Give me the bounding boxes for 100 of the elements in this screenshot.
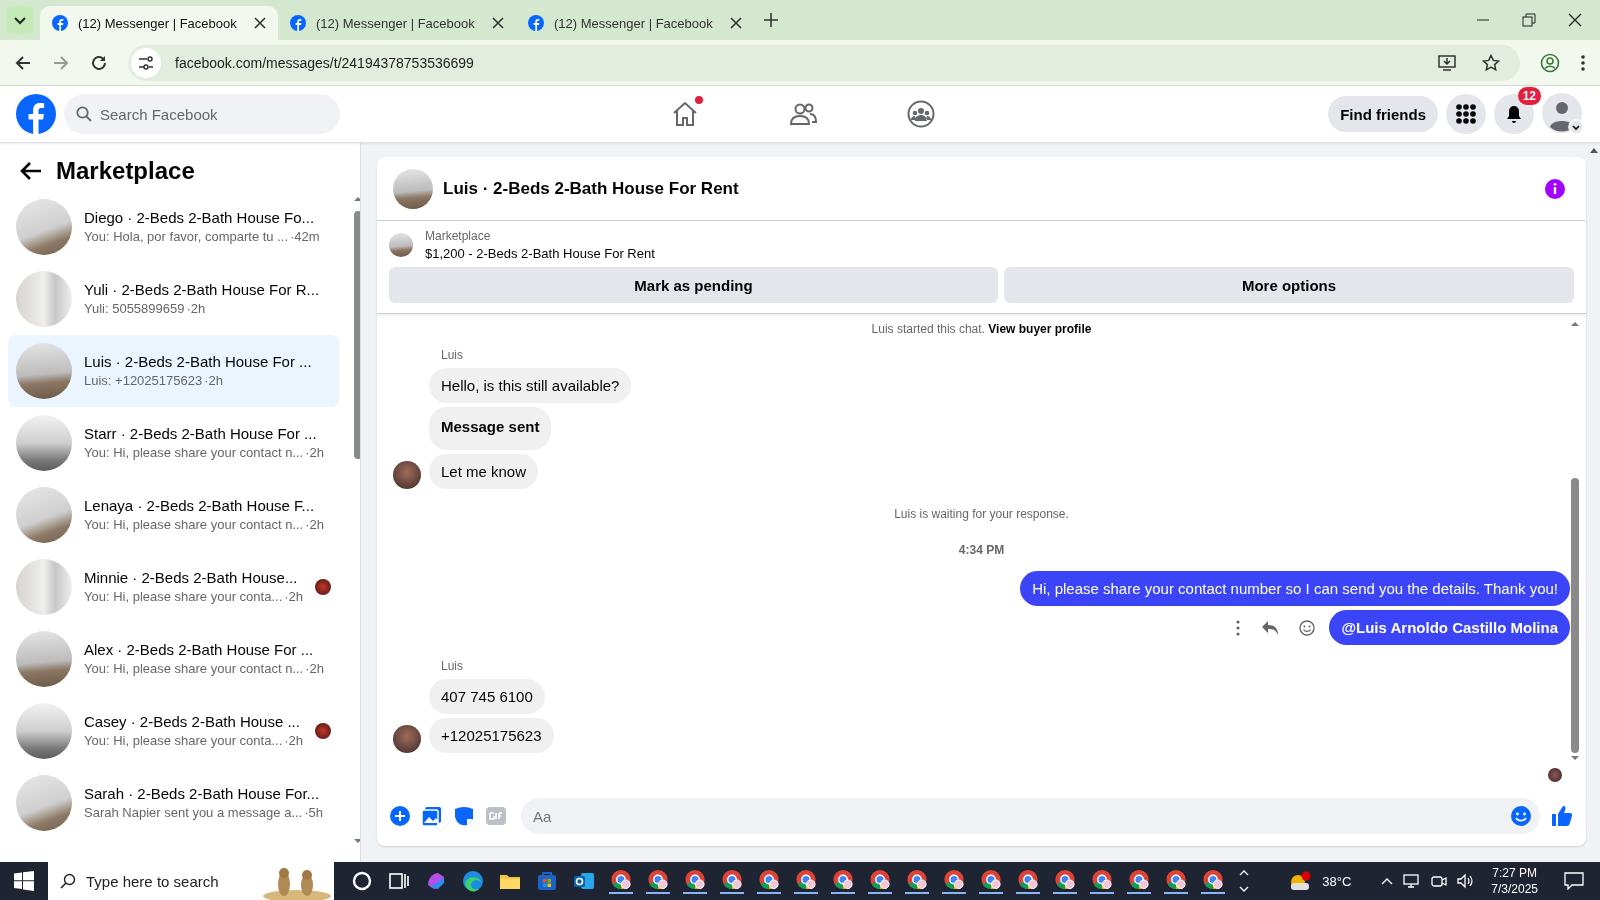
conversation-item[interactable]: Luis · 2-Beds 2-Bath House For ... Luis: +12025175623·2h: [8, 335, 340, 407]
scrollbar-icon[interactable]: [353, 195, 360, 845]
forward-icon[interactable]: [52, 53, 70, 72]
facebook-logo-icon[interactable]: [16, 94, 56, 134]
chrome-profile-icon[interactable]: [646, 868, 670, 894]
chevron-up-icon[interactable]: [1381, 877, 1394, 885]
reply-icon[interactable]: [1261, 619, 1280, 636]
profile-icon[interactable]: [1540, 52, 1560, 73]
app-grid-icon[interactable]: [1446, 94, 1486, 134]
url-text: facebook.com/messages/t/24194378753536699: [175, 54, 474, 71]
sticker-icon[interactable]: [453, 805, 475, 827]
browser-icon[interactable]: [461, 869, 485, 893]
back-icon[interactable]: [14, 53, 32, 72]
notifications-icon[interactable]: [1564, 872, 1584, 890]
action-button[interactable]: More options: [1004, 267, 1574, 303]
chrome-profile-icon[interactable]: [609, 868, 633, 894]
chrome-profile-icon[interactable]: [868, 868, 892, 894]
weather-icon[interactable]: [1288, 871, 1313, 891]
chrome-profile-icon[interactable]: [683, 868, 707, 894]
browser-tab[interactable]: (12) Messenger | Facebook: [516, 6, 754, 40]
chrome-profile-icon[interactable]: [1164, 868, 1188, 894]
close-icon[interactable]: [254, 17, 266, 29]
speaker-icon[interactable]: [1457, 873, 1476, 889]
message-time: ·2h: [305, 516, 324, 534]
account-avatar-icon[interactable]: [1542, 93, 1584, 135]
cortana-circle-icon[interactable]: [350, 869, 374, 893]
sender-name: Luis: [441, 659, 463, 673]
browser-tab[interactable]: (12) Messenger | Facebook: [40, 6, 278, 40]
emoji-icon[interactable]: [1510, 805, 1532, 827]
timestamp: 4:34 PM: [957, 542, 1006, 559]
conversation-title: Alex · 2-Beds 2-Bath House For ...: [84, 640, 315, 660]
photo-icon[interactable]: [421, 805, 443, 827]
conversation-title: Sarah · 2-Beds 2-Bath House For...: [84, 784, 321, 804]
windows-start-icon[interactable]: [14, 871, 34, 891]
install-app-icon[interactable]: [1438, 53, 1456, 72]
chrome-profile-icon[interactable]: [905, 868, 929, 894]
find-friends-button[interactable]: Find friends: [1328, 96, 1438, 132]
listing-label: Marketplace: [425, 229, 492, 243]
conversation-title: Lenaya · 2-Beds 2-Bath House F...: [84, 496, 316, 516]
close-icon[interactable]: [1568, 13, 1582, 27]
conversation-title: Luis · 2-Beds 2-Bath House For ...: [84, 352, 313, 372]
sender-name: Luis: [441, 348, 463, 362]
chrome-profile-icon[interactable]: [757, 868, 781, 894]
site-settings-icon[interactable]: [131, 47, 161, 78]
conversation-item[interactable]: Starr · 2-Beds 2-Bath House For ... You: Hi, please share your contact n...·2h: [8, 407, 340, 479]
plus-icon[interactable]: [764, 13, 778, 27]
chrome-profile-icon[interactable]: [720, 868, 744, 894]
search-field[interactable]: Search Facebook: [64, 94, 340, 134]
message-preview: Yuli: 5055899659: [84, 300, 185, 318]
chrome-profile-icon[interactable]: [1016, 868, 1040, 894]
listing-title: $1,200 - 2-Beds 2-Bath House For Rent: [425, 246, 655, 261]
back-arrow-icon[interactable]: [20, 161, 42, 181]
restore-icon[interactable]: [1522, 13, 1536, 27]
conversation-item[interactable]: Diego · 2-Beds 2-Bath House Fo... You: Hola, por favor, comparte tu ...·42m: [8, 191, 340, 263]
camera-icon[interactable]: [1431, 873, 1448, 889]
taskbar-search-field[interactable]: Type here to search: [48, 862, 334, 900]
conversation-title: Yuli · 2-Beds 2-Bath House For R...: [84, 280, 321, 300]
plus-circle-icon[interactable]: [389, 805, 411, 827]
address-bar[interactable]: facebook.com/messages/t/24194378753536699: [128, 44, 1520, 81]
reload-icon[interactable]: [90, 53, 108, 72]
scrollbar-icon[interactable]: [1570, 320, 1580, 760]
group-icon[interactable]: [907, 100, 935, 128]
info-icon[interactable]: [1544, 177, 1566, 200]
chevron-down-icon[interactable]: [6, 6, 34, 34]
browser-tab[interactable]: (12) Messenger | Facebook: [278, 6, 516, 40]
menu-icon[interactable]: [1580, 53, 1586, 72]
chrome-profile-icon[interactable]: [1053, 868, 1077, 894]
message-preview: You: Hi, please share your contact n...: [84, 660, 304, 678]
store-icon[interactable]: [535, 869, 559, 893]
emoji-icon[interactable]: [1299, 619, 1316, 636]
action-button[interactable]: Mark as pending: [389, 267, 998, 303]
chrome-profile-icon[interactable]: [794, 868, 818, 894]
conversation-title: Diego · 2-Beds 2-Bath House Fo...: [84, 208, 316, 228]
message-field[interactable]: Aa: [521, 798, 1540, 834]
chat-title: Luis · 2-Beds 2-Bath House For Rent: [443, 178, 739, 199]
chrome-profile-icon[interactable]: [1201, 868, 1225, 894]
facebook-logo-icon: [528, 15, 544, 31]
message-preview: You: Hi, please share your conta...: [84, 732, 283, 750]
star-icon[interactable]: [1482, 53, 1500, 72]
conversation-item[interactable]: Lenaya · 2-Beds 2-Bath House F... You: Hi, please share your contact n...·2h: [8, 479, 340, 551]
more-icon[interactable]: [1235, 619, 1242, 636]
chrome-profile-icon[interactable]: [1127, 868, 1151, 894]
thumbs-up-icon[interactable]: [1550, 804, 1574, 828]
conversation-item[interactable]: Alex · 2-Beds 2-Bath House For ... You: Hi, please share your contact n...·2h: [8, 623, 340, 695]
message-preview: Sarah Napier sent you a message a...: [84, 804, 303, 822]
chrome-profile-icon[interactable]: [979, 868, 1003, 894]
close-icon[interactable]: [492, 17, 504, 29]
message-time: ·5h: [304, 804, 324, 822]
close-icon[interactable]: [730, 17, 742, 29]
conversation-item[interactable]: Minnie · 2-Beds 2-Bath House... You: Hi, please share your conta...·2h: [8, 551, 340, 623]
chrome-profile-icon[interactable]: [1090, 868, 1114, 894]
conversation-item[interactable]: Yuli · 2-Beds 2-Bath House For R... Yuli: 5055899659·2h: [8, 263, 340, 335]
conversation-item[interactable]: Sarah · 2-Beds 2-Bath House For... Sarah Napier sent you a message a...·5h: [8, 767, 340, 839]
chrome-profile-icon[interactable]: [942, 868, 966, 894]
chrome-profile-icon[interactable]: [831, 868, 855, 894]
network-icon[interactable]: [1403, 873, 1422, 889]
message-time: ·2h: [284, 588, 304, 606]
conversation-item[interactable]: Casey · 2-Beds 2-Bath House ... You: Hi, please share your conta...·2h: [8, 695, 340, 767]
buyer-profile-link[interactable]: View buyer profile: [988, 322, 1092, 336]
message-bubble: Message sent: [429, 407, 552, 450]
